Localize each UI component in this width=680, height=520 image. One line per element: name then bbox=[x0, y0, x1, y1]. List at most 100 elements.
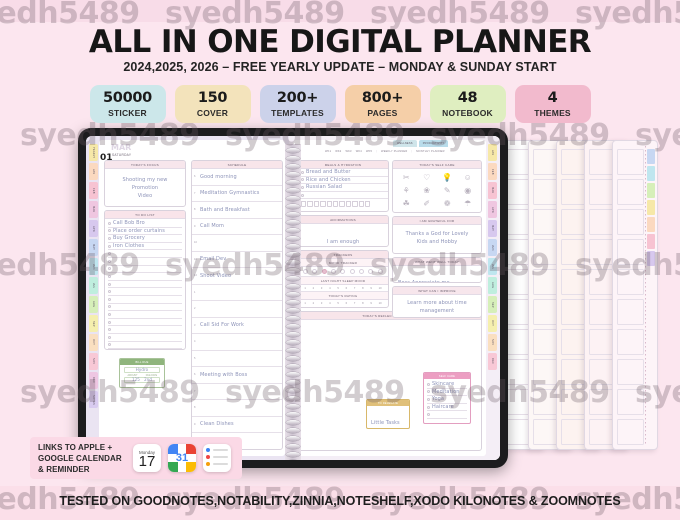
water-cup-icon[interactable] bbox=[352, 201, 358, 208]
right-top-nav[interactable]: WK1 WK2 WK3 WK4 WK5 | WEEKLY PLANNER | MONTHLY P… bbox=[325, 150, 445, 153]
nav-link[interactable]: MONTHLY PLANNER bbox=[416, 150, 444, 153]
scale-value[interactable]: 7 bbox=[354, 287, 355, 290]
month-tab-feb[interactable]: FEB bbox=[488, 163, 497, 180]
toothbrush-icon[interactable]: ✎ bbox=[438, 185, 457, 196]
checkbox-icon[interactable] bbox=[108, 343, 111, 347]
scale-value[interactable]: 7 bbox=[354, 302, 355, 305]
todo-item[interactable] bbox=[108, 266, 182, 274]
mood-icon[interactable] bbox=[312, 269, 318, 274]
affirmations-card[interactable]: AFFIRMATIONS I am enough bbox=[297, 215, 389, 247]
todo-item[interactable] bbox=[108, 334, 182, 342]
nav-link[interactable]: WEEKLY PLANNER bbox=[381, 150, 407, 153]
checkbox-icon[interactable] bbox=[108, 221, 111, 225]
mirror-icon[interactable]: ◉ bbox=[459, 185, 478, 196]
improve-card[interactable]: WHAT CAN I IMPROVE Learn more about time… bbox=[392, 286, 482, 318]
checkbox-icon[interactable] bbox=[427, 397, 430, 401]
trackers-card[interactable]: TRACKERS MOOD TRACKER LAST NIGHT SLEEP M… bbox=[297, 250, 389, 308]
right-month-tabs[interactable]: JAN FEB MAR APR MAY JUN JUL AUG SEP OCT NOV DEC bbox=[488, 144, 497, 372]
todo-item[interactable] bbox=[108, 250, 182, 258]
checkbox-icon[interactable] bbox=[108, 335, 111, 339]
month-tab-jul[interactable]: JUL bbox=[89, 277, 98, 294]
scale-value[interactable]: 10 bbox=[379, 302, 382, 305]
google-calendar-icon[interactable]: 31 bbox=[168, 444, 196, 472]
mood-icon[interactable] bbox=[359, 269, 365, 274]
scale-value[interactable]: 3 bbox=[321, 287, 322, 290]
grateful-content[interactable]: Thanks a God for Lovely Kids and Hobby bbox=[393, 225, 481, 246]
mood-icon[interactable] bbox=[340, 269, 346, 274]
checkbox-icon[interactable] bbox=[427, 390, 430, 394]
month-tab-mar[interactable]: MAR bbox=[488, 182, 497, 199]
schedule-row[interactable]: 8 Bath and Breakfast bbox=[192, 202, 282, 219]
month-tab-nov[interactable]: NOV bbox=[89, 353, 98, 370]
todo-item[interactable] bbox=[108, 319, 182, 327]
bill-values-field[interactable]: 125 2nd bbox=[124, 377, 160, 383]
schedule-row[interactable]: 9 Call Mom bbox=[192, 219, 282, 235]
water-cup-icon[interactable] bbox=[345, 201, 352, 208]
self-care-sticker-list[interactable]: Skincare Meditation Yoga Haircare bbox=[424, 379, 470, 421]
scale-value[interactable]: 10 bbox=[379, 287, 382, 290]
self-care-icon-grid[interactable]: ✂ ♡ 💡 ☺ ⚘ ❀ ✎ ◉ ☘ ✐ ❁ ☂ bbox=[393, 169, 481, 212]
brush-icon[interactable]: ✂ bbox=[397, 172, 416, 183]
sleep-scale-row[interactable]: 1 2 3 4 5 6 7 8 9 10 bbox=[298, 285, 388, 292]
plant-icon[interactable]: ❁ bbox=[438, 198, 457, 209]
mood-icon[interactable] bbox=[349, 269, 355, 274]
todo-item[interactable] bbox=[108, 288, 182, 296]
todo-item[interactable] bbox=[108, 273, 182, 281]
left-month-tabs[interactable]: YEARLY JAN FEB MAR APR MAY JUN JUL AUG SEP OCT NOV D… bbox=[89, 144, 98, 410]
right-section-tabs[interactable]: WELLNESS PRODUCTIVITY bbox=[393, 140, 449, 147]
checkbox-icon[interactable] bbox=[108, 236, 111, 240]
todo-item[interactable] bbox=[108, 258, 182, 266]
scale-value[interactable]: 1 bbox=[304, 302, 305, 305]
grateful-card[interactable]: I AM GRATEFUL FOR Thanks a God for Lovel… bbox=[392, 216, 482, 254]
todo-item[interactable] bbox=[108, 326, 182, 334]
schedule-row[interactable]: 2 bbox=[192, 301, 282, 318]
person-icon[interactable]: ☺ bbox=[459, 172, 478, 183]
improve-content[interactable]: Learn more about time management bbox=[393, 295, 481, 315]
checkbox-icon[interactable] bbox=[427, 405, 430, 409]
reminders-icon[interactable] bbox=[203, 444, 231, 472]
todays-focus-content[interactable]: Shooting my new Promotion Video bbox=[105, 169, 185, 200]
self-care-icons-card[interactable]: TODAY'S SELF CARE ✂ ♡ 💡 ☺ ⚘ ❀ ✎ ◉ ☘ ✐ ❁ ☂ bbox=[392, 160, 482, 213]
scale-value[interactable]: 8 bbox=[362, 302, 363, 305]
scale-value[interactable]: 9 bbox=[370, 287, 371, 290]
checkbox-icon[interactable] bbox=[108, 328, 111, 332]
rating-scale-row[interactable]: 1 2 3 4 5 6 7 8 9 10 bbox=[298, 300, 388, 306]
month-tab-apr[interactable]: APR bbox=[89, 220, 98, 237]
pencil-icon[interactable]: ✐ bbox=[418, 198, 437, 209]
mood-icon[interactable] bbox=[368, 269, 374, 274]
shower-icon[interactable]: ☂ bbox=[459, 198, 478, 209]
month-tab-jan[interactable]: JAN bbox=[488, 144, 497, 161]
todo-card[interactable]: TO DO LIST Call Bob Bro Place order curta… bbox=[104, 210, 186, 350]
water-tracker[interactable] bbox=[298, 199, 388, 209]
checkbox-icon[interactable] bbox=[301, 185, 304, 189]
meal-item[interactable]: Russian Salad bbox=[298, 184, 388, 192]
checkbox-icon[interactable] bbox=[108, 244, 111, 248]
scale-value[interactable]: 4 bbox=[329, 302, 330, 305]
month-tab-sep[interactable]: SEP bbox=[488, 296, 497, 313]
water-cup-icon[interactable] bbox=[313, 201, 320, 208]
month-tab-aug[interactable]: AUG bbox=[89, 296, 98, 313]
schedule-row[interactable]: 8 bbox=[192, 400, 282, 417]
month-tab-dec[interactable]: DEC bbox=[488, 353, 497, 370]
month-tab-oct[interactable]: OCT bbox=[488, 315, 497, 332]
schedule-row[interactable]: 1 bbox=[192, 285, 282, 301]
nav-wk5[interactable]: WK5 bbox=[366, 150, 372, 153]
nav-wk4[interactable]: WK4 bbox=[356, 150, 362, 153]
checkbox-icon[interactable] bbox=[108, 305, 111, 309]
scale-value[interactable]: 2 bbox=[313, 287, 314, 290]
scale-value[interactable]: 9 bbox=[370, 302, 371, 305]
todo-item[interactable] bbox=[108, 296, 182, 304]
scale-value[interactable]: 6 bbox=[346, 287, 347, 290]
self-care-sticker[interactable]: SELF CARE Skincare Meditation Yoga Haircare bbox=[423, 372, 471, 424]
checkbox-icon[interactable] bbox=[108, 274, 111, 278]
scale-value[interactable]: 3 bbox=[321, 302, 322, 305]
bill-name-field[interactable]: Hydro bbox=[124, 367, 160, 373]
month-tab-jun[interactable]: JUN bbox=[89, 258, 98, 275]
water-cup-icon[interactable] bbox=[332, 201, 339, 208]
schedule-row[interactable]: 12 Shoot Video bbox=[192, 268, 282, 285]
heart-hands-icon[interactable]: ♡ bbox=[418, 172, 437, 183]
nav-wk3[interactable]: WK3 bbox=[345, 150, 351, 153]
schedule-row[interactable]: 5 bbox=[192, 351, 282, 367]
month-tab-apr[interactable]: APR bbox=[488, 201, 497, 218]
water-cup-icon[interactable] bbox=[326, 201, 332, 208]
